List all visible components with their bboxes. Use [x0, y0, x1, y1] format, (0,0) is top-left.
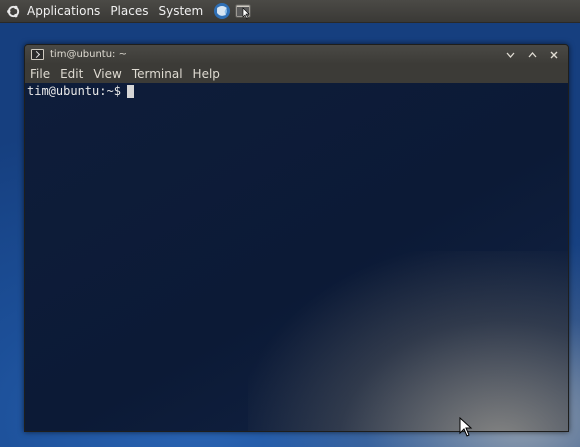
view-menu[interactable]: View	[88, 67, 126, 81]
terminal-window: tim@ubuntu: ~ File Edit View Terminal He…	[24, 44, 569, 432]
top-panel: Applications Places System	[0, 0, 580, 23]
chevron-up-icon	[528, 51, 536, 57]
text-cursor	[126, 84, 134, 98]
places-menu[interactable]: Places	[110, 4, 148, 18]
file-menu[interactable]: File	[25, 67, 55, 81]
prompt-line: tim@ubuntu:~$	[27, 84, 134, 98]
window-title: tim@ubuntu: ~	[50, 49, 127, 60]
terminal-icon	[31, 49, 44, 60]
minimize-button[interactable]	[500, 47, 520, 63]
shell-prompt: tim@ubuntu:~$	[27, 84, 121, 98]
maximize-button[interactable]	[522, 47, 542, 63]
mouse-pointer-icon	[459, 417, 473, 437]
help-menu[interactable]: Help	[188, 67, 225, 81]
chevron-down-icon	[506, 52, 514, 58]
terminal-area[interactable]: tim@ubuntu:~$	[25, 83, 568, 431]
ubuntu-logo-icon[interactable]	[5, 3, 21, 19]
web-browser-launcher-icon[interactable]	[213, 2, 231, 20]
terminal-launcher-icon[interactable]	[234, 2, 252, 20]
edit-menu[interactable]: Edit	[55, 67, 88, 81]
terminal-menu[interactable]: Terminal	[127, 67, 188, 81]
system-menu[interactable]: System	[158, 4, 203, 18]
window-titlebar[interactable]: tim@ubuntu: ~	[25, 45, 568, 64]
window-menubar: File Edit View Terminal Help	[25, 64, 568, 84]
applications-menu[interactable]: Applications	[27, 4, 100, 18]
close-button[interactable]	[544, 47, 564, 63]
close-icon	[550, 51, 558, 58]
